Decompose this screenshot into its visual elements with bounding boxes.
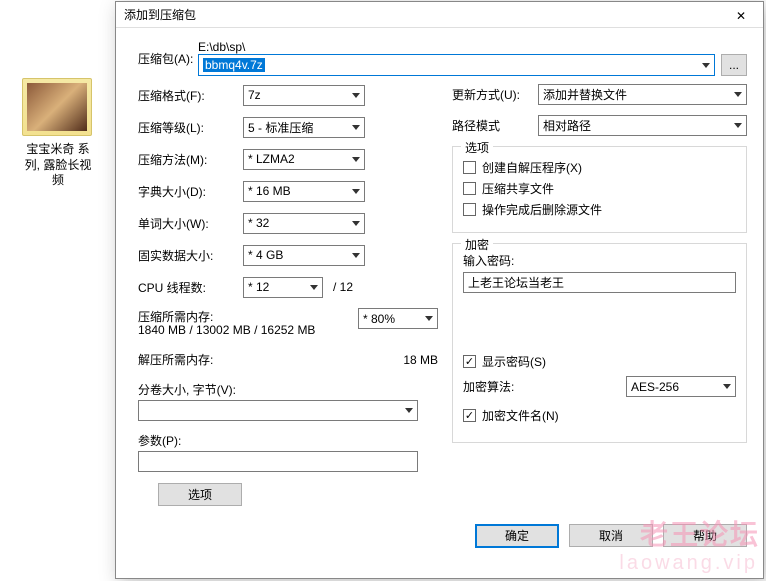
split-input[interactable]	[138, 400, 418, 421]
sfx-checkbox-row[interactable]: 创建自解压程序(X)	[463, 159, 736, 176]
mem-decompress-label: 解压所需内存:	[138, 351, 403, 368]
password-label: 输入密码:	[463, 252, 736, 269]
checkbox-unchecked-icon	[463, 182, 476, 195]
ok-button[interactable]: 确定	[475, 524, 559, 548]
folder-label: 宝宝米奇 系列, 露脸长视频	[22, 142, 94, 189]
pathmode-select[interactable]: 相对路径	[538, 115, 747, 136]
method-select[interactable]: * LZMA2	[243, 149, 365, 170]
params-label: 参数(P):	[138, 432, 438, 449]
enc-method-select[interactable]: AES-256	[626, 376, 736, 397]
chevron-down-icon	[352, 125, 360, 130]
cpu-select[interactable]: * 12	[243, 277, 323, 298]
chevron-down-icon	[352, 253, 360, 258]
solid-label: 固实数据大小:	[138, 247, 243, 264]
showpw-label: 显示密码(S)	[482, 353, 546, 370]
enc-method-label: 加密算法:	[463, 378, 549, 395]
cpu-label: CPU 线程数:	[138, 279, 243, 296]
help-button[interactable]: 帮助	[663, 524, 747, 547]
close-icon: ✕	[736, 9, 746, 23]
params-input[interactable]	[138, 451, 418, 472]
sfx-label: 创建自解压程序(X)	[482, 159, 582, 176]
archive-filename-selection: bbmq4v.7z	[203, 58, 265, 72]
dict-select[interactable]: * 16 MB	[243, 181, 365, 202]
close-button[interactable]: ✕	[719, 2, 763, 28]
archive-path-text: E:\db\sp\	[198, 40, 747, 54]
archive-filename-input[interactable]: bbmq4v.7z	[198, 54, 715, 76]
checkbox-checked-icon	[463, 409, 476, 422]
share-label: 压缩共享文件	[482, 180, 554, 197]
delete-label: 操作完成后删除源文件	[482, 201, 602, 218]
delete-checkbox-row[interactable]: 操作完成后删除源文件	[463, 201, 736, 218]
titlebar: 添加到压缩包 ✕	[116, 2, 763, 28]
level-select[interactable]: 5 - 标准压缩	[243, 117, 365, 138]
cpu-total: / 12	[333, 280, 353, 294]
split-label: 分卷大小, 字节(V):	[138, 381, 438, 398]
share-checkbox-row[interactable]: 压缩共享文件	[463, 180, 736, 197]
desktop-folder[interactable]: 宝宝米奇 系列, 露脸长视频	[22, 78, 94, 178]
chevron-down-icon	[352, 189, 360, 194]
dialog-title: 添加到压缩包	[124, 6, 719, 23]
chevron-down-icon	[405, 408, 413, 413]
pathmode-label: 路径模式	[452, 117, 538, 134]
update-label: 更新方式(U):	[452, 86, 538, 103]
method-label: 压缩方法(M):	[138, 151, 243, 168]
enc-names-checkbox-row[interactable]: 加密文件名(N)	[463, 407, 736, 424]
folder-thumbnail	[22, 78, 92, 136]
chevron-down-icon	[734, 92, 742, 97]
checkbox-checked-icon	[463, 355, 476, 368]
chevron-down-icon	[702, 63, 710, 68]
word-label: 单词大小(W):	[138, 215, 243, 232]
options-fieldset: 选项 创建自解压程序(X) 压缩共享文件 操作完成后删除源文件	[452, 146, 747, 233]
showpw-checkbox-row[interactable]: 显示密码(S)	[463, 353, 736, 370]
format-select[interactable]: 7z	[243, 85, 365, 106]
format-label: 压缩格式(F):	[138, 87, 243, 104]
mem-compress-value: 1840 MB / 13002 MB / 16252 MB	[138, 323, 358, 339]
checkbox-unchecked-icon	[463, 161, 476, 174]
checkbox-unchecked-icon	[463, 203, 476, 216]
enc-names-label: 加密文件名(N)	[482, 407, 559, 424]
options-legend: 选项	[461, 139, 493, 156]
chevron-down-icon	[352, 157, 360, 162]
word-select[interactable]: * 32	[243, 213, 365, 234]
encrypt-legend: 加密	[461, 236, 493, 253]
cancel-button[interactable]: 取消	[569, 524, 653, 547]
level-label: 压缩等级(L):	[138, 119, 243, 136]
mem-decompress-value: 18 MB	[403, 353, 438, 367]
password-input[interactable]	[463, 272, 736, 293]
solid-select[interactable]: * 4 GB	[243, 245, 365, 266]
archive-label: 压缩包(A):	[138, 50, 198, 67]
chevron-down-icon	[723, 384, 731, 389]
add-to-archive-dialog: 添加到压缩包 ✕ 压缩包(A): E:\db\sp\ bbmq4v.7z ...	[115, 1, 764, 579]
chevron-down-icon	[310, 285, 318, 290]
update-select[interactable]: 添加并替换文件	[538, 84, 747, 105]
chevron-down-icon	[425, 316, 433, 321]
mem-percent-select[interactable]: * 80%	[358, 308, 438, 329]
chevron-down-icon	[734, 123, 742, 128]
encrypt-fieldset: 加密 输入密码: 显示密码(S) 加密算法: AES-256 加密文件名(N)	[452, 243, 747, 443]
dict-label: 字典大小(D):	[138, 183, 243, 200]
chevron-down-icon	[352, 93, 360, 98]
chevron-down-icon	[352, 221, 360, 226]
options-button[interactable]: 选项	[158, 483, 242, 506]
browse-button[interactable]: ...	[721, 54, 747, 76]
